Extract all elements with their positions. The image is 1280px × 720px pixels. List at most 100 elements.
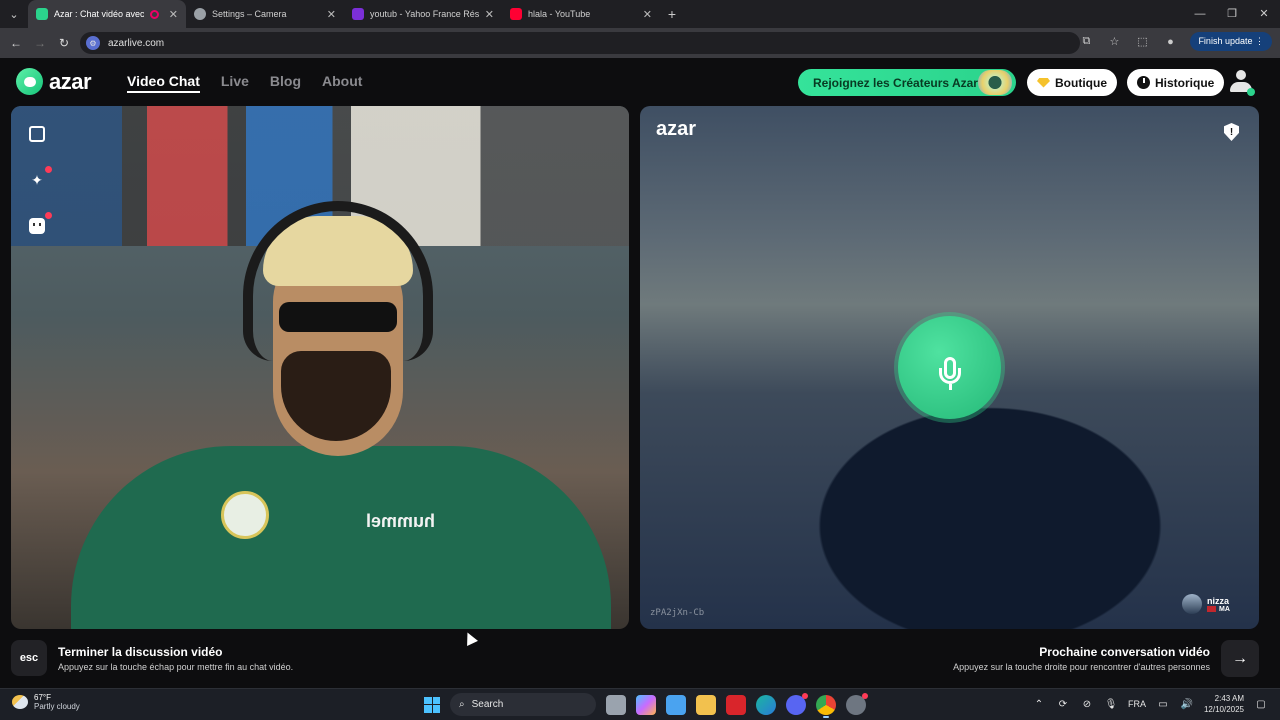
restore-icon[interactable]: ❐ xyxy=(1216,0,1248,28)
nav-blog[interactable]: Blog xyxy=(270,73,301,93)
close-tab-icon[interactable]: ✕ xyxy=(643,8,652,21)
tab-title: Azar : Chat vidéo avec de n xyxy=(54,9,144,19)
wps-office-icon[interactable] xyxy=(726,694,746,715)
close-tab-icon[interactable]: ✕ xyxy=(485,8,494,21)
swap-view-button[interactable] xyxy=(26,123,48,145)
shop-button[interactable]: Boutique xyxy=(1027,69,1117,96)
url-field[interactable]: ⚙ azarlive.com xyxy=(80,32,1080,54)
mic-button[interactable] xyxy=(898,316,1001,419)
next-chat-hint: Appuyez sur la touche droite pour rencon… xyxy=(953,662,1210,672)
obs-icon[interactable] xyxy=(846,692,868,715)
azar-logo[interactable]: azar xyxy=(16,68,92,95)
history-label: Historique xyxy=(1155,75,1215,90)
tab-azar[interactable]: Azar : Chat vidéo avec de n ✕ xyxy=(28,0,186,28)
copilot-icon[interactable] xyxy=(636,694,656,715)
volume-icon[interactable]: 🔊 xyxy=(1180,699,1194,710)
cast-icon[interactable]: ⧉ xyxy=(1078,35,1094,48)
display-icon[interactable]: ▭ xyxy=(1156,699,1170,710)
tab-yahoo[interactable]: youtub - Yahoo France Résultat ✕ xyxy=(344,0,502,28)
store-icon[interactable] xyxy=(666,694,686,715)
mouse-cursor xyxy=(462,630,478,646)
extensions-icon[interactable]: ⬚ xyxy=(1134,35,1150,48)
nav-about[interactable]: About xyxy=(322,73,362,93)
report-shield-icon[interactable]: ! xyxy=(1224,123,1239,141)
online-status-icon xyxy=(1247,88,1255,96)
nav-live[interactable]: Live xyxy=(221,73,249,93)
main-nav: Video Chat Live Blog About xyxy=(127,73,362,93)
nav-video-chat[interactable]: Video Chat xyxy=(127,73,200,93)
browser-tab-bar: ⌄ Azar : Chat vidéo avec de n ✕ Settings… xyxy=(0,0,1280,28)
taskbar-clock[interactable]: 2:43 AM 12/10/2025 xyxy=(1204,693,1244,715)
time-text: 2:43 AM xyxy=(1214,694,1244,703)
stickers-button[interactable] xyxy=(26,212,52,237)
tab-settings-camera[interactable]: Settings – Camera ✕ xyxy=(186,0,344,28)
weather-widget[interactable]: 67°F Partly cloudy xyxy=(12,693,80,711)
person-shirt xyxy=(71,446,611,629)
shop-label: Boutique xyxy=(1055,75,1107,90)
close-tab-icon[interactable]: ✕ xyxy=(169,8,178,21)
system-tray: ⌃ ⟳ ⊘ 🎙 FRA ▭ 🔊 2:43 AM 12/10/2025 ▢ xyxy=(1032,693,1268,715)
end-chat-button[interactable]: esc xyxy=(11,640,47,676)
notification-dot xyxy=(45,166,52,173)
language-indicator[interactable]: FRA xyxy=(1128,699,1146,709)
windows-taskbar: 67°F Partly cloudy ⌕ Search ⌃ ⟳ ⊘ 🎙 FRA … xyxy=(0,688,1280,720)
microphone-icon xyxy=(938,356,961,390)
browser-actions: ⧉ ☆ ⬚ ● Finish update ⋮ xyxy=(1078,32,1272,51)
edge-icon[interactable] xyxy=(756,694,776,715)
youtube-favicon-icon xyxy=(510,8,522,20)
notification-dot xyxy=(862,692,868,699)
mic-indicator xyxy=(894,312,1005,423)
discord-icon[interactable] xyxy=(786,692,808,715)
self-video-panel: hummel xyxy=(11,106,629,629)
microphone-tray-icon[interactable]: 🎙 xyxy=(1104,699,1118,710)
morocco-flag-icon xyxy=(1207,606,1216,612)
forward-icon[interactable]: → xyxy=(28,36,52,50)
url-text: azarlive.com xyxy=(108,37,165,49)
search-icon: ⌕ xyxy=(459,699,465,710)
start-windows-icon[interactable] xyxy=(424,696,440,713)
recording-icon xyxy=(149,9,159,19)
peer-id: zPA2jXn-Cb xyxy=(650,608,705,618)
expand-icon xyxy=(29,126,45,142)
reload-icon[interactable]: ↻ xyxy=(52,36,76,50)
join-creators-button[interactable]: Rejoignez les Créateurs Azar xyxy=(798,69,1016,96)
chrome-icon[interactable] xyxy=(816,694,836,718)
logo-text: azar xyxy=(49,68,92,94)
partly-cloudy-icon xyxy=(12,695,28,709)
weather-desc: Partly cloudy xyxy=(34,702,80,711)
end-chat-title: Terminer la discussion vidéo xyxy=(58,645,223,659)
new-tab-button[interactable]: + xyxy=(660,6,684,22)
clock-icon xyxy=(1137,76,1150,89)
back-icon[interactable]: ← xyxy=(4,36,28,50)
finish-update-button[interactable]: Finish update ⋮ xyxy=(1190,32,1272,51)
chevron-up-icon[interactable]: ⌃ xyxy=(1032,699,1046,710)
azar-favicon-icon xyxy=(36,8,48,20)
peer-info[interactable]: nizza MA xyxy=(1182,594,1230,614)
tab-search-icon[interactable]: ⌄ xyxy=(0,0,28,28)
taskbar-search-label: Search xyxy=(471,699,504,710)
tab-title: youtub - Yahoo France Résultat xyxy=(370,9,479,19)
peer-avatar xyxy=(1182,594,1202,614)
file-explorer-icon[interactable] xyxy=(696,694,716,715)
close-window-icon[interactable]: ✕ xyxy=(1248,0,1280,28)
taskbar-search[interactable]: ⌕ Search xyxy=(450,693,596,716)
close-tab-icon[interactable]: ✕ xyxy=(327,8,336,21)
user-avatar[interactable] xyxy=(1228,69,1255,96)
effects-button[interactable]: ✦ xyxy=(26,166,52,191)
bookmark-star-icon[interactable]: ☆ xyxy=(1106,35,1122,48)
history-button[interactable]: Historique xyxy=(1127,69,1225,96)
address-bar-row: ← → ↻ ⚙ azarlive.com ⧉ ☆ ⬚ ● Finish upda… xyxy=(0,28,1280,58)
site-info-icon[interactable]: ⚙ xyxy=(86,36,100,50)
tab-youtube[interactable]: hlala - YouTube ✕ xyxy=(502,0,660,28)
next-chat-button[interactable]: → xyxy=(1221,640,1259,677)
shirt-crest xyxy=(221,491,269,539)
minimize-icon[interactable]: — xyxy=(1184,0,1216,28)
peer-country: MA xyxy=(1219,605,1230,613)
profile-icon[interactable]: ● xyxy=(1162,36,1178,48)
sync-icon[interactable]: ⟳ xyxy=(1056,699,1070,710)
notifications-icon[interactable]: ▢ xyxy=(1254,699,1268,710)
finish-update-label: Finish update xyxy=(1198,36,1253,46)
shirt-logo-print: hummel xyxy=(366,511,436,531)
task-view-icon[interactable] xyxy=(606,694,626,715)
network-off-icon[interactable]: ⊘ xyxy=(1080,699,1094,710)
